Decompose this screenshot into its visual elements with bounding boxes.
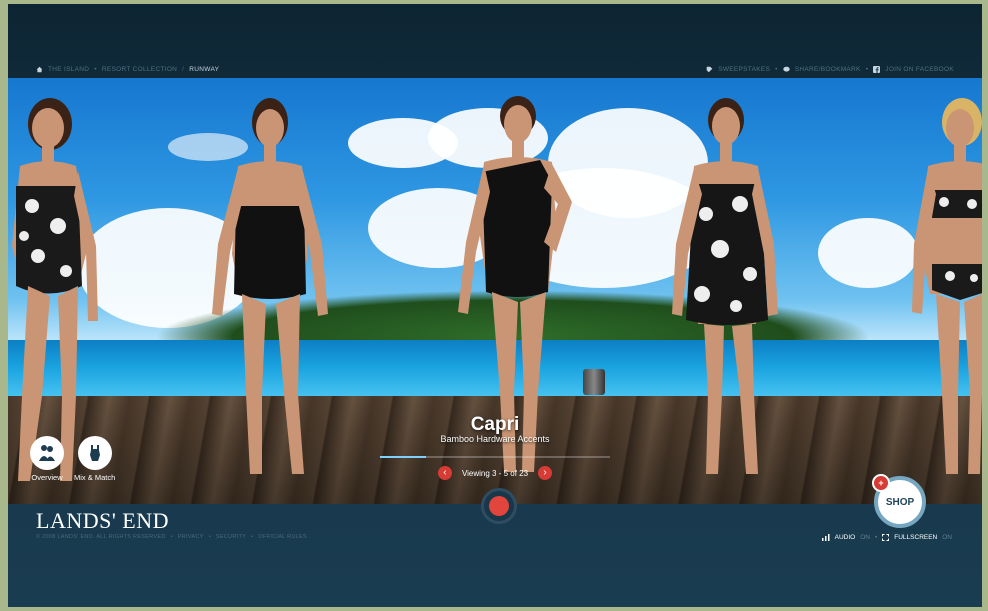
footer-toggles: AUDIO ON • FULLSCREEN ON [821,534,952,541]
breadcrumb-runway: RUNWAY [189,66,220,73]
tag-icon [706,66,713,73]
separator: • [874,534,878,541]
home-icon[interactable] [36,66,43,73]
pager: ‹ Viewing 3 - 5 of 23 › [8,466,982,480]
join-facebook-link[interactable]: JOIN ON FACEBOOK [885,66,954,73]
audio-state: ON [860,534,870,541]
security-link[interactable]: SECURITY [216,534,246,540]
plus-icon: + [872,474,890,492]
top-nav: THE ISLAND • RESORT COLLECTION / RUNWAY … [8,66,982,78]
separator: • [170,534,173,540]
speech-bubble-icon [783,66,790,72]
facebook-icon [873,66,881,73]
viewing-count: Viewing 3 - 5 of 23 [461,468,529,478]
breadcrumb-the-island[interactable]: THE ISLAND [48,66,89,73]
privacy-link[interactable]: PRIVACY [178,534,204,540]
separator: • [208,534,211,540]
footer-legal: © 2008 LANDS' END. ALL RIGHTS RESERVED •… [36,534,307,540]
overview-button[interactable]: Overview [30,436,64,482]
app-frame: THE ISLAND • RESORT COLLECTION / RUNWAY … [8,4,982,607]
swimsuit-icon [77,436,112,470]
audio-bars-icon [821,534,830,541]
separator: • [865,66,869,73]
mix-match-label: Mix & Match [74,473,116,482]
fullscreen-icon [882,534,890,541]
breadcrumb-separator: / [182,66,185,73]
lands-end-logo[interactable]: LANDS' END [36,508,169,534]
overview-label: Overview [31,473,63,482]
featured-style-subtitle: Bamboo Hardware Accents [440,434,550,444]
shop-label: SHOP [885,496,915,508]
share-bookmark-link[interactable]: SHARE/BOOKMARK [795,66,861,73]
runway-progress-bar [380,456,610,458]
breadcrumb-resort-collection[interactable]: RESORT COLLECTION [102,66,177,73]
sweepstakes-link[interactable]: SWEEPSTAKES [718,66,770,73]
top-actions: SWEEPSTAKES • SHARE/BOOKMARK • JOIN ON F… [706,66,954,73]
chevron-left-icon[interactable]: ‹ [437,466,452,480]
runway-progress-fill [380,456,426,458]
cloud [818,218,918,288]
copyright-text: © 2008 LANDS' END. ALL RIGHTS RESERVED [36,534,166,540]
fullscreen-state: ON [942,534,952,541]
shop-button[interactable]: + SHOP [872,474,926,528]
breadcrumb: THE ISLAND • RESORT COLLECTION / RUNWAY [36,66,219,73]
separator: • [251,534,254,540]
mix-match-button[interactable]: Mix & Match [74,436,115,482]
play-toggle-button[interactable] [481,488,517,524]
separator: • [775,66,778,73]
people-icon [30,436,64,470]
audio-toggle[interactable]: AUDIO [835,534,856,541]
record-icon [489,496,509,516]
fullscreen-toggle[interactable]: FULLSCREEN [894,534,937,541]
featured-style-name: Capri [470,414,520,435]
chevron-right-icon[interactable]: › [538,466,553,480]
official-rules-link[interactable]: OFFICIAL RULES [258,534,307,540]
breadcrumb-separator: • [94,66,97,73]
